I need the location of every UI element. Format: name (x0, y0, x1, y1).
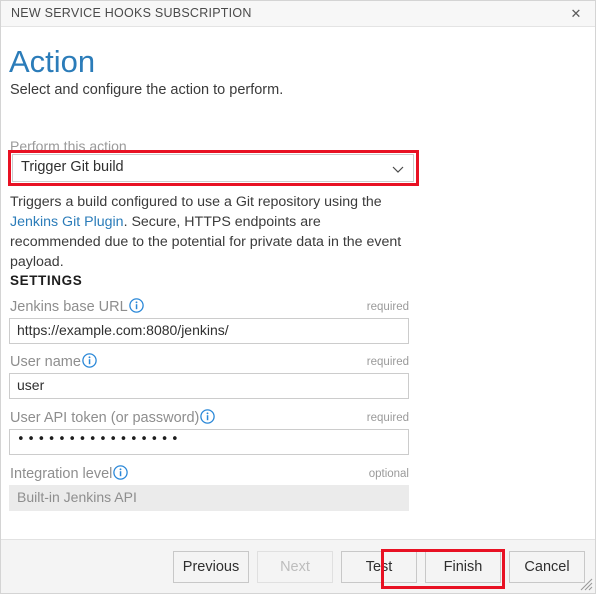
field-requirement: required (366, 301, 409, 313)
field-label-row: Integration level optional (9, 463, 409, 485)
input-value: Built-in Jenkins API (17, 489, 137, 505)
input-value-masked: •••••••••••••••• (17, 432, 182, 447)
perform-this-action-label: Perform this action (10, 138, 127, 154)
cancel-button[interactable]: Cancel (509, 551, 585, 583)
field-requirement: optional (368, 468, 409, 480)
page-title: Action (9, 44, 96, 79)
page-subtitle: Select and configure the action to perfo… (10, 82, 284, 98)
action-select[interactable]: Trigger Git build (12, 154, 414, 182)
settings-heading: SETTINGS (10, 273, 83, 288)
input-value: https://example.com:8080/jenkins/ (17, 322, 229, 338)
field-label-row: Jenkins base URL required (9, 296, 409, 318)
field-user-name: User name required user (9, 351, 409, 399)
chevron-down-icon (391, 162, 405, 176)
info-icon[interactable] (200, 409, 216, 424)
test-button[interactable]: Test (341, 551, 417, 583)
field-label-row: User name required (9, 351, 409, 373)
field-label-text: User API token (or password) (10, 410, 200, 426)
jenkins-git-plugin-link[interactable]: Jenkins Git Plugin (10, 214, 124, 230)
field-requirement: required (366, 412, 409, 424)
integration-level-input: Built-in Jenkins API (9, 485, 409, 511)
field-user-api-token: User API token (or password) required ••… (9, 407, 409, 455)
dialog-title: NEW SERVICE HOOKS SUBSCRIPTION (11, 6, 252, 20)
info-icon[interactable] (82, 353, 97, 368)
footer-button-group: Previous Next Test Finish Cancel (173, 551, 585, 583)
close-icon[interactable]: ✕ (557, 1, 595, 26)
field-label-text: Integration level (10, 466, 113, 482)
action-description-part1: Triggers a build configured to use a Git… (10, 194, 382, 210)
field-label: Jenkins base URL (10, 298, 144, 315)
field-label: User name (10, 353, 97, 370)
user-name-input[interactable]: user (9, 373, 409, 399)
new-service-hooks-subscription-dialog: NEW SERVICE HOOKS SUBSCRIPTION ✕ Action … (0, 0, 596, 594)
input-value: user (17, 377, 45, 393)
field-label-row: User API token (or password) required (9, 407, 409, 429)
info-icon[interactable] (113, 465, 129, 480)
dialog-footer: Previous Next Test Finish Cancel (1, 539, 595, 593)
previous-button[interactable]: Previous (173, 551, 249, 583)
field-requirement: required (366, 356, 409, 368)
resize-grip-icon[interactable] (579, 577, 593, 591)
jenkins-base-url-input[interactable]: https://example.com:8080/jenkins/ (9, 318, 409, 344)
action-select-value: Trigger Git build (21, 159, 124, 175)
next-button: Next (257, 551, 333, 583)
info-icon[interactable] (128, 298, 144, 313)
field-label: Integration level (10, 465, 129, 482)
user-api-token-input[interactable]: •••••••••••••••• (9, 429, 409, 455)
finish-button[interactable]: Finish (425, 551, 501, 583)
field-jenkins-base-url: Jenkins base URL required https://exampl… (9, 296, 409, 344)
dialog-content: Action Select and configure the action t… (1, 28, 595, 539)
action-description: Triggers a build configured to use a Git… (10, 192, 410, 272)
field-label-text: User name (10, 354, 81, 370)
field-integration-level: Integration level optional Built-in Jenk… (9, 463, 409, 511)
dialog-titlebar: NEW SERVICE HOOKS SUBSCRIPTION ✕ (1, 1, 595, 27)
field-label: User API token (or password) (10, 409, 216, 426)
field-label-text: Jenkins base URL (10, 299, 128, 315)
